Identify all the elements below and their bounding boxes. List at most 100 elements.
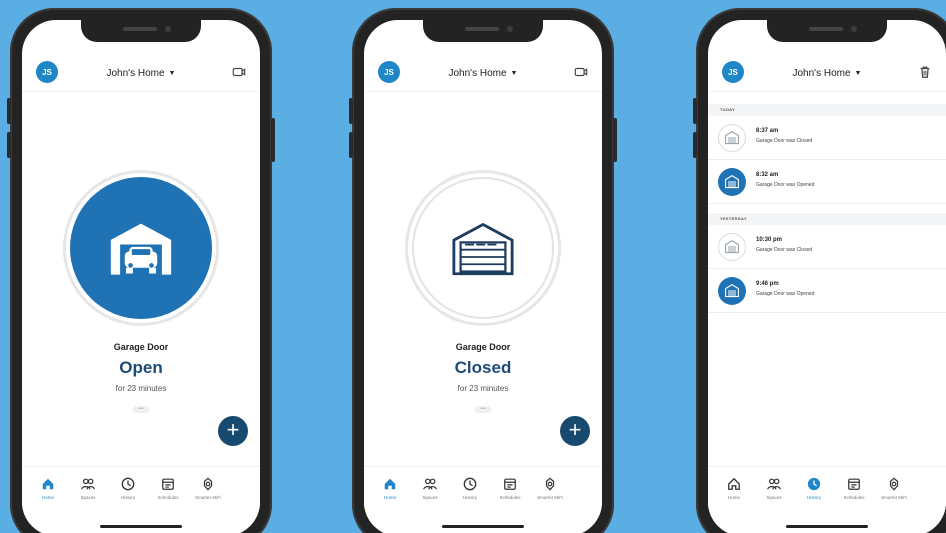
add-button[interactable]: + bbox=[560, 416, 590, 446]
avatar[interactable]: JS bbox=[378, 61, 400, 83]
tab-bar: Home Spaces History Schedules Smarter Mi… bbox=[22, 466, 260, 533]
camera-icon[interactable] bbox=[232, 65, 246, 79]
tab-label: Schedules bbox=[843, 495, 865, 500]
garage-open-icon bbox=[718, 277, 746, 305]
event-time: 10:30 pm bbox=[756, 237, 783, 243]
volume-button bbox=[693, 98, 697, 124]
avatar[interactable]: JS bbox=[36, 61, 58, 83]
volume-button bbox=[349, 98, 353, 124]
tab-label: History bbox=[806, 495, 821, 500]
history-row[interactable]: 8:37 am Garage Door was Closed bbox=[708, 116, 946, 160]
garage-closed-icon bbox=[449, 220, 517, 276]
volume-button bbox=[349, 132, 353, 158]
tab-spaces[interactable]: Spaces bbox=[754, 477, 794, 500]
avatar[interactable]: JS bbox=[722, 61, 744, 83]
door-status-ring bbox=[405, 170, 561, 326]
home-indicator[interactable] bbox=[100, 525, 182, 528]
history-row[interactable]: 8:32 am Garage Door was Opened bbox=[708, 160, 946, 204]
garage-closed-icon bbox=[718, 233, 746, 261]
event-text: Garage Door was Opened bbox=[756, 182, 815, 188]
tab-device[interactable]: Smarter MiFi bbox=[530, 477, 570, 500]
tab-home[interactable]: Home bbox=[28, 477, 68, 500]
add-button[interactable]: + bbox=[218, 416, 248, 446]
door-state: Closed bbox=[454, 358, 512, 377]
tab-spaces[interactable]: Spaces bbox=[68, 477, 108, 500]
tab-history[interactable]: History bbox=[108, 477, 148, 500]
door-state: Open bbox=[119, 358, 163, 377]
home-icon bbox=[41, 477, 55, 491]
home-indicator[interactable] bbox=[442, 525, 524, 528]
home-name: John's Home bbox=[448, 68, 507, 79]
event-time: 8:37 am bbox=[756, 128, 779, 134]
tab-home[interactable]: Home bbox=[370, 477, 410, 500]
tab-home[interactable]: Home bbox=[714, 477, 754, 500]
volume-button bbox=[693, 132, 697, 158]
tab-schedules[interactable]: Schedules bbox=[148, 477, 188, 500]
garage-closed-icon bbox=[718, 124, 746, 152]
tab-label: History bbox=[462, 495, 477, 500]
tab-device[interactable]: Smarter MiFi bbox=[188, 477, 228, 500]
door-duration: for 23 minutes bbox=[115, 384, 167, 393]
tab-history[interactable]: History bbox=[794, 477, 834, 500]
caret-down-icon: ▼ bbox=[510, 70, 518, 77]
tab-history[interactable]: History bbox=[450, 477, 490, 500]
tab-label: Spaces bbox=[80, 495, 96, 500]
home-indicator[interactable] bbox=[786, 525, 868, 528]
more-button[interactable]: ••• bbox=[133, 406, 149, 413]
power-button bbox=[613, 118, 617, 162]
screen: JS John's Home ▼ Garage Door Open for 23… bbox=[22, 20, 260, 533]
phone-closed: JS John's Home ▼ Garage Door Closed for … bbox=[349, 8, 617, 533]
volume-button bbox=[7, 98, 11, 124]
camera-icon[interactable] bbox=[574, 65, 588, 79]
home-selector[interactable]: John's Home ▼ bbox=[107, 68, 176, 79]
tab-schedules[interactable]: Schedules bbox=[834, 477, 874, 500]
caret-down-icon: ▼ bbox=[168, 70, 176, 77]
screen: JS John's Home ▼ Garage Door Closed for … bbox=[364, 20, 602, 533]
home-icon bbox=[383, 477, 397, 491]
tab-label: Schedules bbox=[499, 495, 521, 500]
calendar-icon bbox=[161, 477, 175, 491]
tab-label: Spaces bbox=[766, 495, 782, 500]
tab-label: History bbox=[120, 495, 135, 500]
door-name: Garage Door bbox=[455, 342, 511, 352]
calendar-icon bbox=[503, 477, 517, 491]
tab-label: Home bbox=[41, 495, 54, 500]
tab-label: Schedules bbox=[157, 495, 179, 500]
phone-open: JS John's Home ▼ Garage Door Open for 23… bbox=[7, 8, 275, 533]
door-toggle-button[interactable] bbox=[412, 177, 554, 319]
home-icon bbox=[727, 477, 741, 491]
door-toggle-button[interactable] bbox=[70, 177, 212, 319]
event-text: Garage Door was Closed bbox=[756, 138, 813, 144]
garage-open-icon bbox=[106, 219, 176, 277]
tab-label: Spaces bbox=[422, 495, 438, 500]
app-header: JS John's Home ▼ bbox=[364, 56, 602, 92]
power-button bbox=[271, 118, 275, 162]
event-text: Garage Door was Closed bbox=[756, 247, 813, 253]
history-row[interactable]: 9:46 pm Garage Door was Opened bbox=[708, 269, 946, 313]
home-selector[interactable]: John's Home ▼ bbox=[793, 68, 862, 79]
home-name: John's Home bbox=[792, 68, 851, 79]
tab-label: Smarter MiFi bbox=[195, 495, 221, 500]
notch bbox=[423, 20, 543, 42]
tab-schedules[interactable]: Schedules bbox=[490, 477, 530, 500]
tab-spaces[interactable]: Spaces bbox=[410, 477, 450, 500]
door-status-ring bbox=[63, 170, 219, 326]
home-name: John's Home bbox=[106, 68, 165, 79]
tab-bar: Home Spaces History Schedules Smarter Mi… bbox=[364, 466, 602, 533]
clock-icon bbox=[463, 477, 477, 491]
event-time: 9:46 pm bbox=[756, 281, 779, 287]
garage-open-icon bbox=[718, 168, 746, 196]
trash-icon[interactable] bbox=[918, 65, 932, 79]
people-icon bbox=[81, 477, 95, 491]
tab-bar: Home Spaces History Schedules Smarter Mi… bbox=[708, 466, 946, 533]
app-header: JS John's Home ▼ bbox=[708, 56, 946, 92]
caret-down-icon: ▼ bbox=[854, 70, 862, 77]
door-name: Garage Door bbox=[113, 342, 169, 352]
people-icon bbox=[423, 477, 437, 491]
home-selector[interactable]: John's Home ▼ bbox=[449, 68, 518, 79]
tab-device[interactable]: Smarter MiFi bbox=[874, 477, 914, 500]
tab-label: Home bbox=[727, 495, 740, 500]
more-button[interactable]: ••• bbox=[475, 406, 491, 413]
event-time: 8:32 am bbox=[756, 172, 779, 178]
history-row[interactable]: 10:30 pm Garage Door was Closed bbox=[708, 225, 946, 269]
